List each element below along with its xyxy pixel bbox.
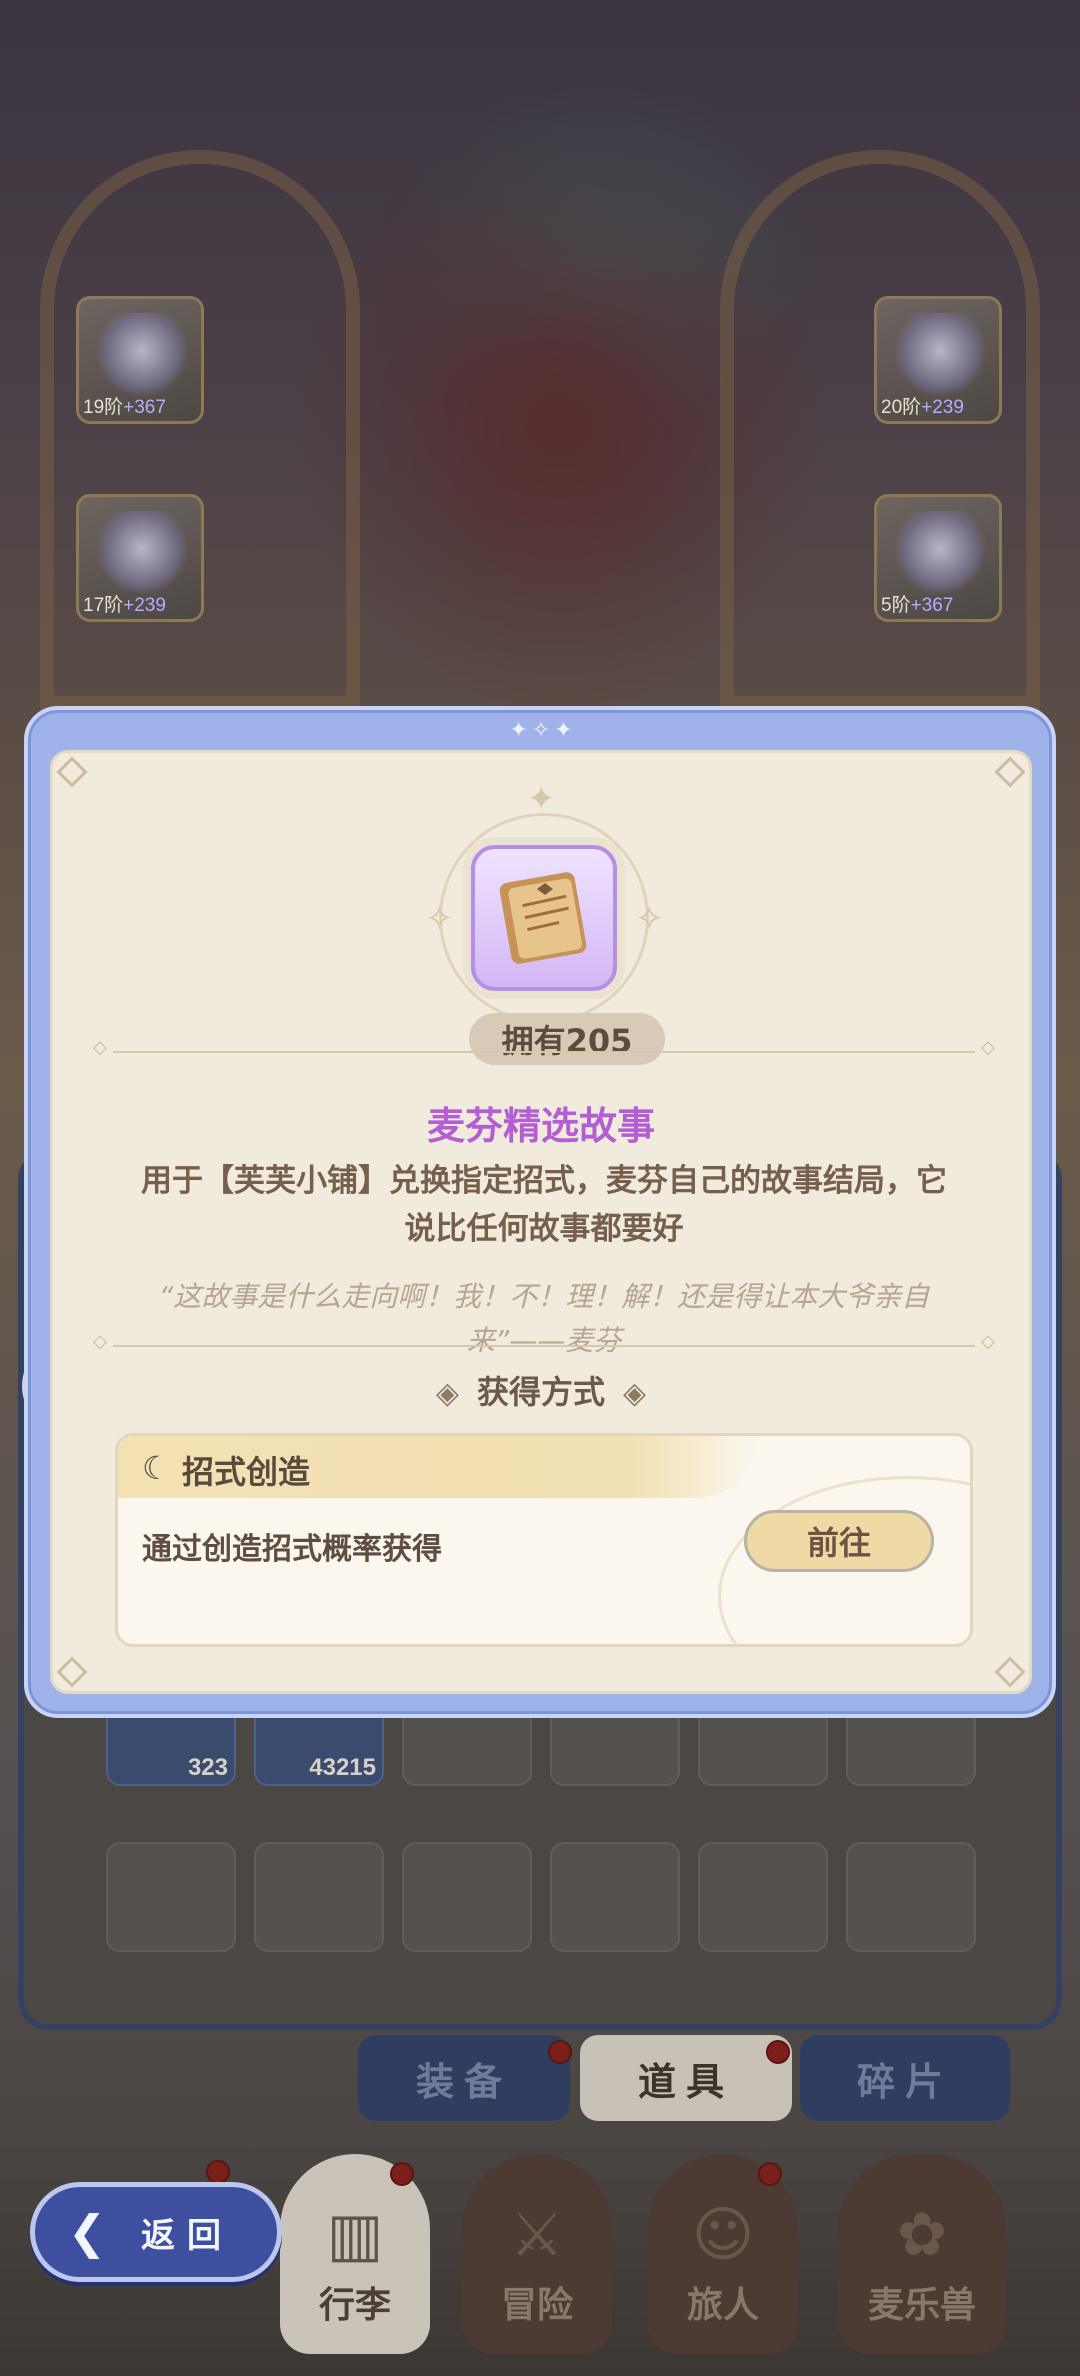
item-description: 用于【芙芙小铺】兑换指定招式，麦芬自己的故事结局，它说比任何故事都要好 — [141, 1163, 947, 1247]
nav-adventure[interactable]: ⚔ 冒险 — [462, 2154, 612, 2354]
sparkle-icon: ✧ — [635, 899, 664, 939]
nav-label: 行李 — [318, 2285, 391, 2326]
corner-ornament — [994, 756, 1026, 788]
slot-bonus: +239 — [123, 595, 166, 616]
diamond-icon: ◈ — [435, 1376, 459, 1411]
notification-dot — [206, 2160, 230, 2184]
divider — [93, 1331, 995, 1352]
inventory-slot-empty — [254, 1842, 384, 1952]
nav-pets[interactable]: ✿ 麦乐兽 — [838, 2154, 1006, 2354]
notification-dot — [548, 2040, 572, 2064]
diamond-icon: ◈ — [623, 1376, 647, 1411]
tab-items[interactable]: 道具 — [580, 2035, 792, 2121]
corner-ornament — [56, 1656, 88, 1688]
inventory-slot-empty — [846, 1842, 976, 1952]
item-icon-frame — [471, 845, 617, 991]
helmet-icon — [895, 313, 985, 397]
corner-ornament — [994, 1656, 1026, 1688]
item-detail-dialog: ✦✧✦ ✧ ✧ ✦ 拥有205 麦芬精选故事 用于【芙芙小铺】兑换指定招式，麦芬… — [24, 706, 1056, 1718]
item-title: 麦芬精选故事 — [426, 1104, 655, 1148]
inventory-slot-empty — [106, 1842, 236, 1952]
equipment-slot-armor[interactable]: 17阶+239 — [76, 494, 204, 622]
back-label: 返回 — [141, 2215, 233, 2256]
source-card: ☾ 招式创造 通过创造招式概率获得 前往 — [115, 1433, 973, 1647]
ornament: ✦✧✦ — [509, 718, 577, 743]
inventory-slot-empty — [698, 1842, 828, 1952]
crossed-swords-icon: ⚔ — [510, 2200, 564, 2270]
slot-level: 5阶 — [881, 595, 911, 616]
nav-label: 冒险 — [500, 2285, 573, 2326]
slot-level: 19阶 — [83, 397, 124, 418]
tab-equipment[interactable]: 装备 — [358, 2035, 570, 2121]
equipment-slot-gloves[interactable]: 5阶+367 — [874, 494, 1002, 622]
sparkle-icon: ✦ — [527, 779, 556, 819]
character-icon: ☺ — [691, 2200, 755, 2270]
owned-count-badge: 拥有205 — [469, 1013, 665, 1065]
weapon-icon — [97, 313, 187, 397]
slot-bonus: +367 — [123, 397, 166, 418]
slot-bonus: +239 — [921, 397, 964, 418]
slot-bonus: +367 — [910, 595, 954, 616]
moon-icon: ☾ — [142, 1449, 171, 1487]
equipment-slot-weapon[interactable]: 19阶+367 — [76, 296, 204, 424]
source-title: 招式创造 — [182, 1453, 311, 1491]
item-quote: “这故事是什么走向啊！我！不！理！解！还是得让本大爷亲自来”——麦芬 — [158, 1280, 930, 1357]
obtain-section-title: ◈ 获得方式 ◈ — [53, 1367, 1029, 1413]
back-arrow-icon: ❮ — [67, 2205, 119, 2259]
obtain-title-text: 获得方式 — [476, 1373, 605, 1411]
notification-dot — [766, 2040, 790, 2064]
armor-icon — [97, 511, 187, 595]
corner-ornament — [56, 756, 88, 788]
slot-level: 17阶 — [83, 595, 124, 616]
dialog-panel: ✧ ✧ ✦ 拥有205 麦芬精选故事 用于【芙芙小铺】兑换指定招式，麦芬自己的故… — [50, 750, 1032, 1694]
storybook-icon — [499, 872, 587, 964]
item-count: 323 — [187, 1754, 228, 1781]
pet-icon: ✿ — [896, 2200, 948, 2270]
gloves-icon — [895, 511, 985, 595]
source-header: ☾ 招式创造 — [118, 1436, 758, 1498]
background-arch — [720, 150, 1040, 710]
inventory-slot-empty — [550, 1842, 680, 1952]
inventory-slot-empty — [402, 1842, 532, 1952]
sparkle-icon: ✧ — [425, 899, 454, 939]
background-arch — [40, 150, 360, 710]
goto-button[interactable]: 前往 — [744, 1510, 934, 1572]
nav-label: 旅人 — [686, 2285, 759, 2326]
notification-dot — [390, 2162, 414, 2186]
equipment-slot-helmet[interactable]: 20阶+239 — [874, 296, 1002, 424]
tab-fragments[interactable]: 碎片 — [800, 2035, 1010, 2121]
divider — [93, 1037, 995, 1058]
source-description: 通过创造招式概率获得 — [142, 1532, 442, 1567]
item-count: 43215 — [309, 1754, 376, 1781]
notification-dot — [758, 2162, 782, 2186]
luggage-icon: ▥ — [326, 2200, 384, 2270]
slot-level: 20阶 — [881, 397, 922, 418]
back-button[interactable]: ❮ 返回 — [30, 2182, 282, 2282]
nav-label: 麦乐兽 — [867, 2285, 976, 2326]
